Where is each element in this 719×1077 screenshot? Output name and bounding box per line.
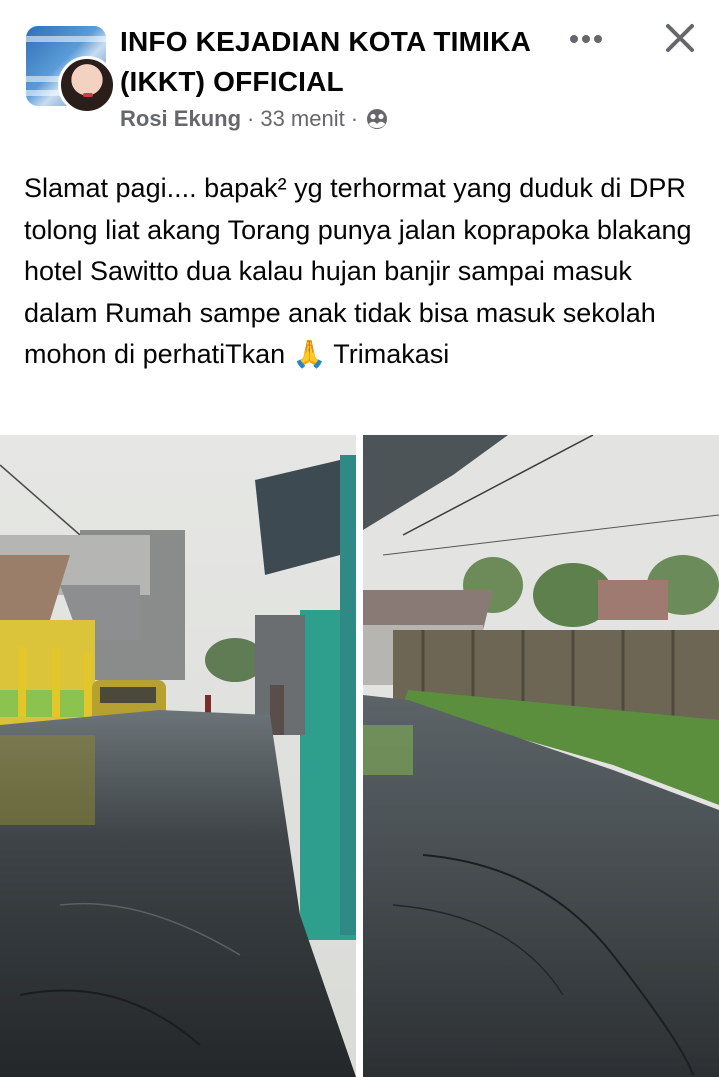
user-avatar[interactable] [58, 56, 116, 114]
globe-group-icon [366, 108, 388, 130]
avatar[interactable] [26, 26, 116, 114]
post-header: INFO KEJADIAN KOTA TIMIKA (IKKT) OFFICIA… [0, 0, 719, 150]
close-button[interactable] [656, 18, 704, 62]
separator: · [247, 106, 255, 131]
more-options-button[interactable] [562, 20, 610, 60]
close-icon [665, 23, 695, 58]
post-meta: Rosi Ekung · 33 menit · [120, 106, 388, 132]
flood-photo-right[interactable] [363, 435, 719, 1077]
post-time[interactable]: 33 menit [260, 106, 344, 132]
separator: · [350, 106, 359, 131]
group-name[interactable]: INFO KEJADIAN KOTA TIMIKA (IKKT) OFFICIA… [120, 22, 550, 102]
more-horizontal-icon [569, 31, 603, 49]
flood-photo-left[interactable] [0, 435, 356, 1077]
author-name[interactable]: Rosi Ekung [120, 106, 241, 132]
post-text: Slamat pagi.... bapak² yg terhormat yang… [24, 173, 692, 369]
